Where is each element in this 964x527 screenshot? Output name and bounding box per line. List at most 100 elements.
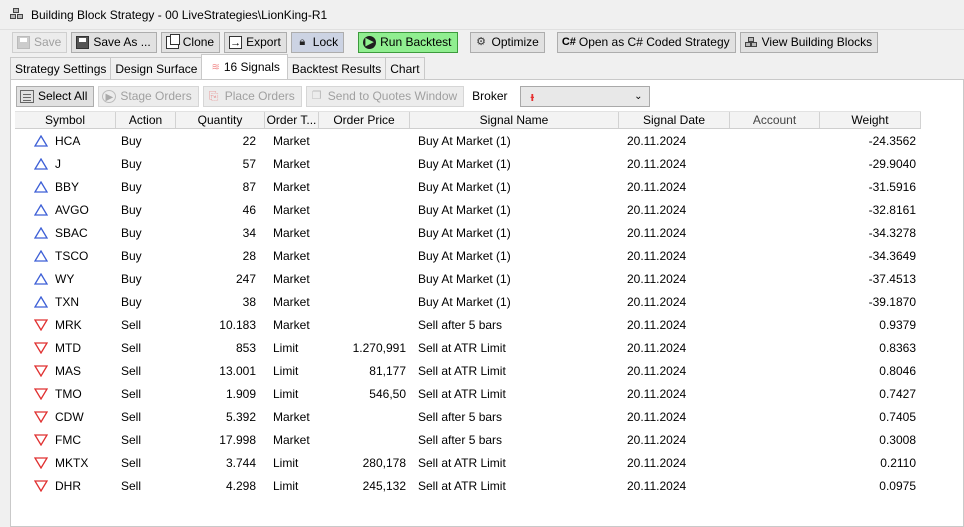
column-header-quantity[interactable]: Quantity — [176, 112, 265, 128]
cell-action: Buy — [121, 271, 142, 286]
tab-design-surface[interactable]: Design Surface — [110, 57, 203, 79]
tab-label: Chart — [390, 61, 420, 76]
title-bar: Building Block Strategy - 00 LiveStrateg… — [0, 0, 964, 30]
cell-symbol: MAS — [15, 364, 116, 378]
cell-symbol: HCA — [15, 134, 116, 148]
cell-signal-date: 20.11.2024 — [627, 386, 687, 401]
column-header-action[interactable]: Action — [116, 112, 176, 128]
cell-action: Sell — [121, 386, 142, 401]
cell-order-type: Market — [273, 202, 310, 217]
cell-signal-date: 20.11.2024 — [627, 478, 687, 493]
tab-signals[interactable]: ≋ 16 Signals — [201, 54, 288, 79]
column-header-signal-name[interactable]: Signal Name — [410, 112, 619, 128]
save-button[interactable]: Save — [12, 31, 68, 53]
floppy-icon — [17, 35, 30, 49]
cell-symbol: MRK — [15, 318, 116, 332]
cell-signal-name: Buy At Market (1) — [418, 202, 511, 217]
cell-weight: -24.3562 — [868, 133, 916, 148]
cell-signal-date: 20.11.2024 — [627, 432, 687, 447]
cell-signal-name: Sell at ATR Limit — [418, 455, 506, 470]
cell-signal-name: Sell at ATR Limit — [418, 363, 506, 378]
run-backtest-button[interactable]: ▶ Run Backtest — [358, 31, 458, 53]
place-orders-button[interactable]: ⎘ Place Orders — [202, 85, 302, 107]
tab-strategy-settings[interactable]: Strategy Settings — [10, 57, 112, 79]
broker-logo-icon: ᵻ — [530, 88, 535, 104]
cell-order-price: 81,177 — [369, 363, 406, 378]
triangle-up-icon — [34, 157, 48, 170]
cell-weight: -34.3649 — [868, 248, 916, 263]
tab-label: Design Surface — [115, 61, 198, 76]
quotes-icon: ❐ — [311, 89, 322, 102]
cell-order-type: Market — [273, 409, 310, 424]
symbol-text: TXN — [55, 294, 79, 309]
cell-order-type: Market — [273, 179, 310, 194]
column-header-order-type[interactable]: Order T... — [265, 112, 319, 128]
chevron-down-icon: ⌄ — [634, 90, 643, 102]
send-to-quotes-button[interactable]: ❐ Send to Quotes Window — [305, 85, 465, 107]
tab-label: 16 Signals — [223, 60, 280, 74]
signals-panel: Select All ▶ Stage Orders ⎘ Place Orders… — [10, 79, 964, 527]
cell-symbol: SBAC — [15, 226, 116, 240]
cell-quantity: 87 — [242, 179, 256, 194]
symbol-text: TSCO — [55, 248, 89, 263]
cell-action: Sell — [121, 363, 142, 378]
save-as-label: Save As ... — [93, 35, 151, 49]
cell-quantity: 34 — [242, 225, 256, 240]
broker-select[interactable]: ᵻ ⌄ — [519, 85, 650, 107]
column-header-symbol[interactable]: Symbol — [15, 112, 116, 128]
clone-label: Clone — [182, 35, 215, 49]
cell-weight: 0.0975 — [879, 478, 916, 493]
symbol-text: SBAC — [55, 225, 88, 240]
symbol-text: TMO — [55, 386, 82, 401]
cell-signal-date: 20.11.2024 — [627, 363, 687, 378]
main-toolbar: Save Save As ... Clone → Export 🔒︎ Lock … — [0, 30, 964, 54]
cell-weight: -32.8161 — [868, 202, 916, 217]
cell-weight: 0.8363 — [879, 340, 916, 355]
tab-chart[interactable]: Chart — [385, 57, 425, 79]
symbol-text: CDW — [55, 409, 84, 424]
cell-order-type: Limit — [273, 478, 299, 493]
symbol-text: FMC — [55, 432, 81, 447]
cell-signal-date: 20.11.2024 — [627, 340, 687, 355]
cell-signal-name: Sell after 5 bars — [418, 317, 503, 332]
cell-signal-date: 20.11.2024 — [627, 317, 687, 332]
save-as-button[interactable]: Save As ... — [71, 31, 157, 53]
cell-order-price: 280,178 — [362, 455, 406, 470]
stage-orders-button[interactable]: ▶ Stage Orders — [98, 85, 199, 107]
cell-action: Buy — [121, 294, 142, 309]
cell-symbol: TSCO — [15, 249, 116, 263]
signals-toolbar: Select All ▶ Stage Orders ⎘ Place Orders… — [16, 85, 650, 107]
cell-action: Buy — [121, 179, 142, 194]
column-header-account[interactable]: Account — [730, 112, 820, 128]
optimize-button[interactable]: ⚙ Optimize — [469, 31, 545, 53]
export-label: Export — [246, 35, 281, 49]
column-header-weight[interactable]: Weight — [820, 112, 921, 128]
cell-signal-name: Sell at ATR Limit — [418, 478, 506, 493]
triangle-up-icon — [34, 134, 48, 147]
cell-action: Sell — [121, 455, 142, 470]
cell-quantity: 247 — [235, 271, 256, 286]
column-header-signal-date[interactable]: Signal Date — [619, 112, 730, 128]
cell-quantity: 1.909 — [225, 386, 256, 401]
cell-order-type: Market — [273, 225, 310, 240]
grid-header: Symbol Action Quantity Order T... Order … — [15, 111, 921, 129]
lock-button[interactable]: 🔒︎ Lock — [290, 31, 345, 53]
view-blocks-button[interactable]: View Building Blocks — [739, 31, 879, 53]
symbol-text: MRK — [55, 317, 82, 332]
triangle-down-icon — [34, 479, 48, 492]
symbol-text: MAS — [55, 363, 82, 378]
cell-quantity: 853 — [235, 340, 256, 355]
export-button[interactable]: → Export — [224, 31, 287, 53]
clone-button[interactable]: Clone — [160, 31, 221, 53]
cell-action: Buy — [121, 133, 142, 148]
cell-signal-name: Sell at ATR Limit — [418, 386, 506, 401]
tab-backtest-results[interactable]: Backtest Results — [286, 57, 387, 79]
symbol-text: MKTX — [55, 455, 89, 470]
cell-weight: 0.3008 — [879, 432, 916, 447]
open-cs-button[interactable]: C# Open as C# Coded Strategy — [556, 31, 736, 53]
cell-quantity: 5.392 — [225, 409, 256, 424]
gear-icon: ⚙ — [476, 35, 486, 48]
column-header-order-price[interactable]: Order Price — [319, 112, 410, 128]
place-orders-label: Place Orders — [224, 89, 295, 103]
select-all-button[interactable]: Select All — [16, 85, 95, 107]
